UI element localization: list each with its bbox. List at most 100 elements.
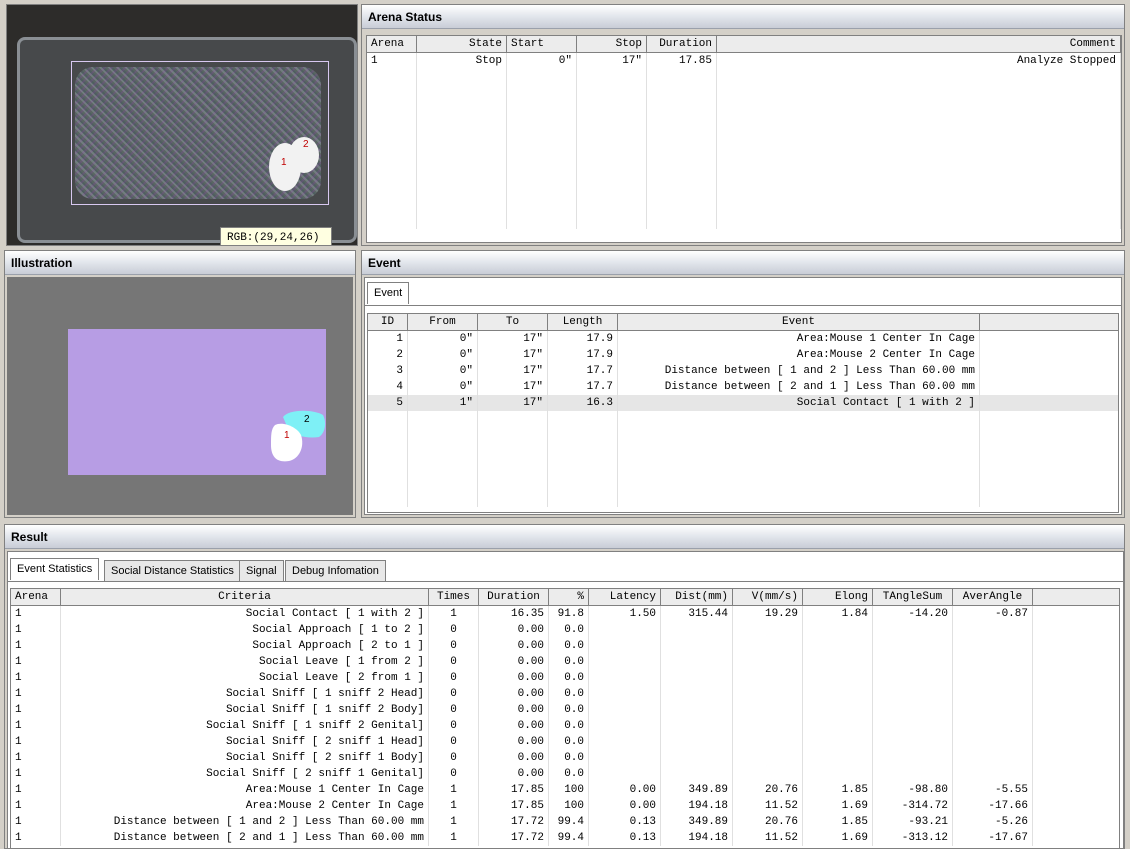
result-table-cell: 0 xyxy=(429,718,479,734)
event-column-header[interactable]: From xyxy=(408,314,478,330)
event-table-row[interactable]: 1 0" 17" 17.9 Area:Mouse 1 Center In Cage xyxy=(368,331,1118,347)
event-table-row[interactable] xyxy=(368,411,1118,427)
result-table-row[interactable]: 1 Social Sniff [ 2 sniff 1 Genital] 0 0.00 0… xyxy=(11,766,1119,782)
result-column-header[interactable]: Duration xyxy=(479,589,549,605)
result-table-row[interactable]: 1 Social Approach [ 1 to 2 ] 0 0.00 0.0 xyxy=(11,622,1119,638)
result-table-row[interactable]: 1 Social Sniff [ 2 sniff 1 Head] 0 0.00 0.0 xyxy=(11,734,1119,750)
result-table-cell: Social Sniff [ 2 sniff 1 Genital] xyxy=(61,766,429,782)
arena_status-table-row[interactable]: 1 Stop 0" 17" 17.85 Analyze Stopped xyxy=(367,53,1121,69)
arena_status-table-row[interactable] xyxy=(367,181,1121,197)
arena_status-table-row[interactable] xyxy=(367,85,1121,101)
result-table-cell xyxy=(953,638,1033,654)
event-table-row[interactable]: 2 0" 17" 17.9 Area:Mouse 2 Center In Cage xyxy=(368,347,1118,363)
event-table-row[interactable]: 3 0" 17" 17.7 Distance between [ 1 and 2 ] L… xyxy=(368,363,1118,379)
arena_status-table-row[interactable] xyxy=(367,133,1121,149)
arena_status-table-row[interactable] xyxy=(367,197,1121,213)
result-table-row[interactable]: 1 Social Sniff [ 1 sniff 2 Body] 0 0.00 0.0 xyxy=(11,702,1119,718)
result-column-header[interactable]: Times xyxy=(429,589,479,605)
event-table-row[interactable] xyxy=(368,491,1118,507)
result-table-cell xyxy=(873,718,953,734)
tab-signal[interactable]: Signal xyxy=(239,560,284,581)
result-table-cell: 0.13 xyxy=(589,814,661,830)
result-table-row[interactable]: 1 Area:Mouse 2 Center In Cage 1 17.85 100 0.0… xyxy=(11,798,1119,814)
result-table-cell xyxy=(803,670,873,686)
result-table-row[interactable]: 1 Social Leave [ 2 from 1 ] 0 0.00 0.0 xyxy=(11,670,1119,686)
arena-status-panel: Arena Status Arena State Start Stop Duration… xyxy=(361,4,1125,246)
result-table-row[interactable]: 1 Distance between [ 2 and 1 ] Less Than … xyxy=(11,830,1119,846)
result-table-row[interactable]: 1 Social Leave [ 1 from 2 ] 0 0.00 0.0 xyxy=(11,654,1119,670)
arena_status-table-row[interactable] xyxy=(367,101,1121,117)
event-table-row[interactable]: 5 1" 17" 16.3 Social Contact [ 1 with 2 ] xyxy=(368,395,1118,411)
result-table-cell xyxy=(589,734,661,750)
result-column-header[interactable]: % xyxy=(549,589,589,605)
result-column-header[interactable]: V(mm/s) xyxy=(733,589,803,605)
event-column-header[interactable]: ID xyxy=(368,314,408,330)
tab-social-distance-statistics[interactable]: Social Distance Statistics xyxy=(104,560,241,581)
arena_status-column-header[interactable]: State xyxy=(417,36,507,52)
tab-event[interactable]: Event xyxy=(367,282,410,304)
result-table-cell: 20.76 xyxy=(733,814,803,830)
result-table-row[interactable]: 1 Area:Mouse 1 Center In Cage 1 17.85 100 0.0… xyxy=(11,782,1119,798)
event-table-cell xyxy=(548,443,618,459)
result-table-cell: 17.72 xyxy=(479,830,549,846)
result-table-cell: 91.8 xyxy=(549,606,589,622)
event-column-header[interactable]: Event xyxy=(618,314,980,330)
arena_status-table-cell xyxy=(417,165,507,181)
result-table-row[interactable]: 1 Social Approach [ 2 to 1 ] 0 0.00 0.0 xyxy=(11,638,1119,654)
result-column-header[interactable]: TAngleSum xyxy=(873,589,953,605)
video-view[interactable]: 1 2 RGB:(29,24,26) xyxy=(6,4,358,246)
illustration-panel: Illustration 2 1 xyxy=(4,250,356,518)
arena_status-table-row[interactable] xyxy=(367,149,1121,165)
arena_status-column-header[interactable]: Comment xyxy=(717,36,1121,52)
result-table-cell: 0.00 xyxy=(479,654,549,670)
result-table-cell: 0.0 xyxy=(549,638,589,654)
event-table-cell: Social Contact [ 1 with 2 ] xyxy=(618,395,980,411)
result-column-header[interactable]: Dist(mm) xyxy=(661,589,733,605)
arena_status-table-row[interactable] xyxy=(367,165,1121,181)
arena_status-table-cell xyxy=(647,149,717,165)
result-column-header[interactable]: Elong xyxy=(803,589,873,605)
result-table-cell: 100 xyxy=(549,782,589,798)
arena_status-table-cell xyxy=(367,149,417,165)
arena_status-column-header[interactable]: Arena xyxy=(367,36,417,52)
arena_status-table-cell xyxy=(417,149,507,165)
event-column-header[interactable]: Length xyxy=(548,314,618,330)
result-table-cell: Social Sniff [ 2 sniff 1 Head] xyxy=(61,734,429,750)
result-table-row[interactable]: 1 Social Sniff [ 1 sniff 2 Head] 0 0.00 0.0 xyxy=(11,686,1119,702)
arena_status-table-row[interactable] xyxy=(367,69,1121,85)
event-table-cell: 0" xyxy=(408,363,478,379)
result-column-header[interactable]: Arena xyxy=(11,589,61,605)
result-table-cell: 1 xyxy=(11,638,61,654)
event-column-header[interactable]: To xyxy=(478,314,548,330)
result-table-row[interactable]: 1 Social Sniff [ 2 sniff 1 Body] 0 0.00 0.0 xyxy=(11,750,1119,766)
result-column-header[interactable]: Latency xyxy=(589,589,661,605)
result-table-cell xyxy=(873,702,953,718)
arena_status-table-cell xyxy=(367,197,417,213)
arena_status-table-row[interactable] xyxy=(367,213,1121,229)
arena_status-table-cell xyxy=(577,197,647,213)
event-table-row[interactable] xyxy=(368,443,1118,459)
event-table-row[interactable] xyxy=(368,475,1118,491)
result-table-cell: 0 xyxy=(429,638,479,654)
arena_status-column-header[interactable]: Start xyxy=(507,36,577,52)
result-table-cell xyxy=(589,654,661,670)
arena_status-table-cell xyxy=(507,181,577,197)
event-table-row[interactable] xyxy=(368,427,1118,443)
arena_status-table-row[interactable] xyxy=(367,117,1121,133)
arena_status-column-header[interactable]: Duration xyxy=(647,36,717,52)
result-table-cell xyxy=(589,766,661,782)
result-table-row[interactable]: 1 Social Contact [ 1 with 2 ] 1 16.35 91.8 1.… xyxy=(11,606,1119,622)
result-table-row[interactable]: 1 Social Sniff [ 1 sniff 2 Genital] 0 0.00 0… xyxy=(11,718,1119,734)
tab-event-statistics[interactable]: Event Statistics xyxy=(10,558,100,580)
result-column-header[interactable]: Criteria xyxy=(61,589,429,605)
arena_status-table-cell xyxy=(647,181,717,197)
result-column-header[interactable]: AverAngle xyxy=(953,589,1033,605)
event-table-cell xyxy=(618,491,980,507)
result-table-row[interactable]: 1 Distance between [ 1 and 2 ] Less Than … xyxy=(11,814,1119,830)
arena_status-column-header[interactable]: Stop xyxy=(577,36,647,52)
event-table-row[interactable] xyxy=(368,459,1118,475)
arena_status-table-cell xyxy=(367,213,417,229)
arena_status-table-cell xyxy=(647,165,717,181)
event-table-row[interactable]: 4 0" 17" 17.7 Distance between [ 2 and 1 ] L… xyxy=(368,379,1118,395)
tab-debug-information[interactable]: Debug Infomation xyxy=(285,560,386,581)
